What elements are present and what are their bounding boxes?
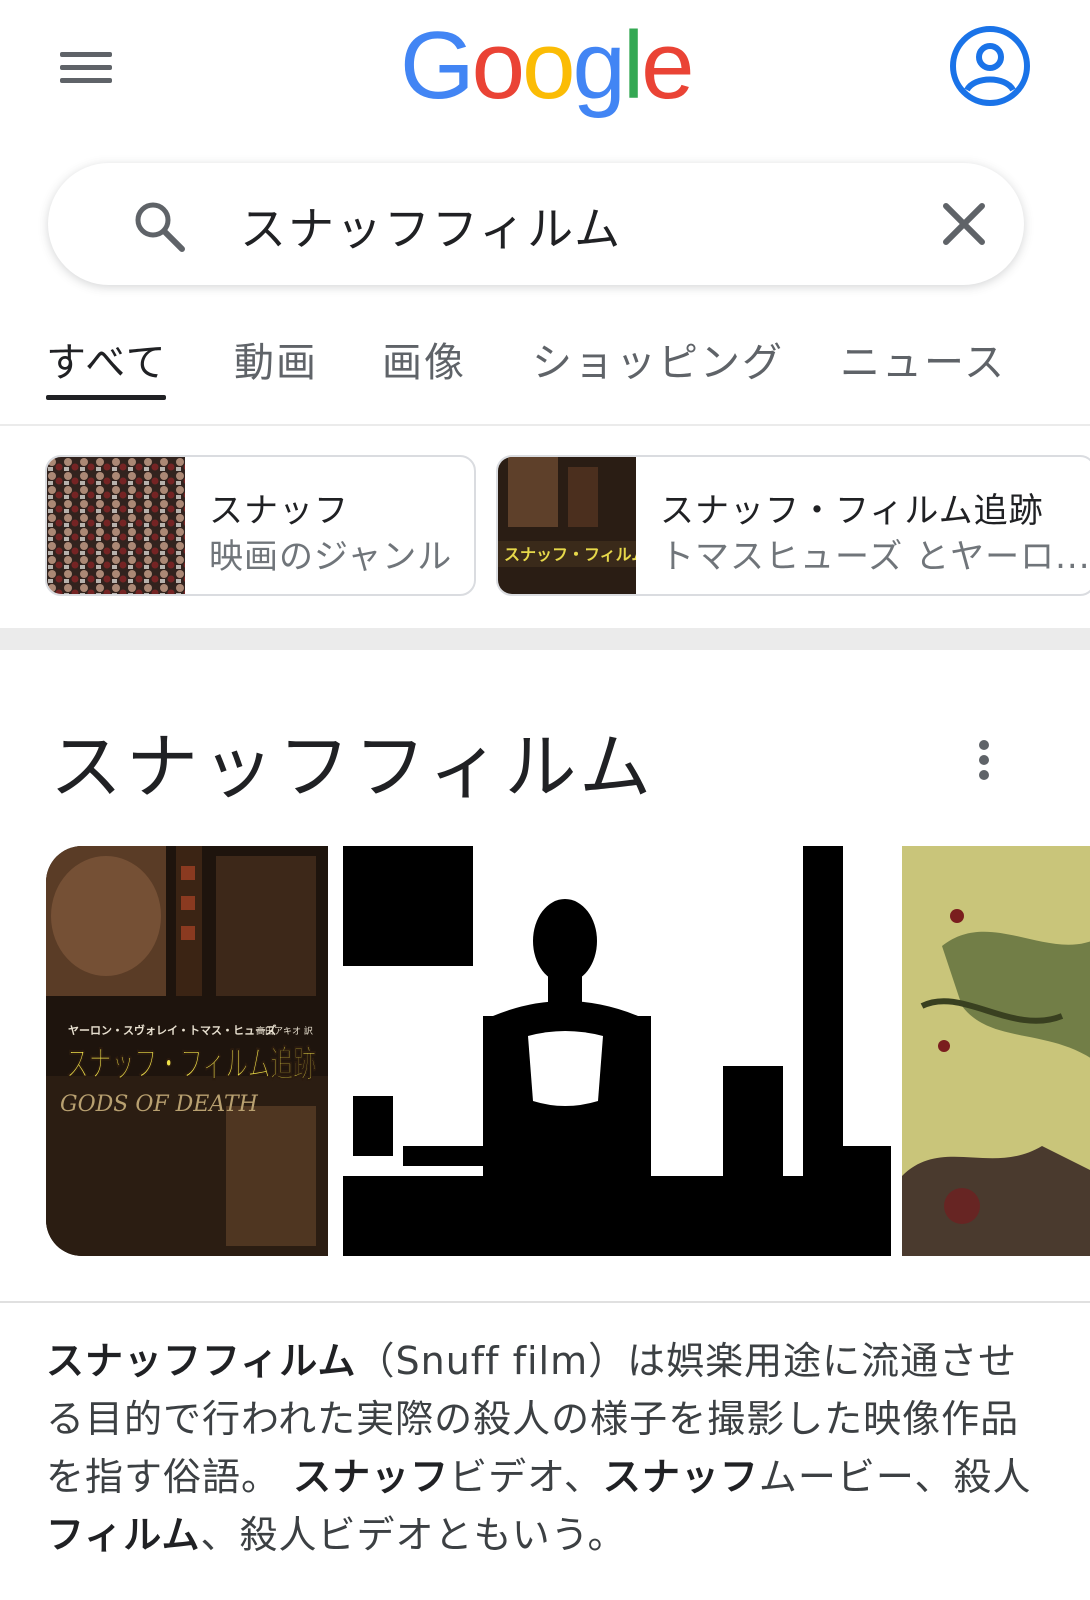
desc-bold: スナッフ — [293, 1455, 450, 1499]
header: Google — [0, 0, 1090, 140]
tab-videos[interactable]: 動画 — [234, 330, 318, 388]
tab-shopping[interactable]: ショッピング — [532, 330, 784, 388]
cover-english-text: GODS OF DEATH — [60, 1092, 259, 1117]
tab-all[interactable]: すべて — [46, 330, 168, 388]
hamburger-menu-icon[interactable] — [58, 48, 114, 88]
chip-subtitle: 映画のジャンル — [209, 537, 453, 577]
desc-text: ムービー、殺人 — [758, 1455, 1032, 1499]
cover-title-text: スナッフ・フィルム追跡 — [66, 1044, 316, 1085]
more-vert-icon[interactable] — [972, 738, 996, 782]
tab-images[interactable]: 画像 — [382, 330, 466, 388]
search-box[interactable]: スナッフフィルム — [48, 163, 1024, 285]
chip-title: スナッフ・フィルム追跡 — [660, 491, 1044, 531]
divider — [0, 1301, 1090, 1303]
tab-news[interactable]: ニュース — [840, 330, 1006, 388]
google-logo[interactable]: Google — [400, 18, 695, 114]
knowledge-image-photo[interactable] — [343, 846, 891, 1256]
knowledge-image-book-cover[interactable]: ヤーロン・スヴォレイ・トマス・ヒューズ 高田アキオ 訳 スナッフ・フィルム追跡 … — [46, 846, 328, 1256]
logo-letter: o — [471, 12, 525, 119]
section-divider — [0, 628, 1090, 650]
logo-letter: o — [522, 12, 575, 119]
cover-translator-text: 高田アキオ 訳 — [256, 1025, 313, 1037]
desc-bold: スナッフ — [602, 1455, 759, 1499]
search-input[interactable]: スナッフフィルム — [240, 193, 622, 259]
entity-thumbnail — [47, 457, 185, 594]
chip-subtitle: トマスヒューズ とヤーロ... — [660, 537, 1090, 577]
close-icon[interactable] — [937, 197, 991, 251]
chip-title: スナッフ — [209, 491, 349, 531]
desc-bold: スナッフフィルム — [46, 1339, 357, 1383]
desc-bold: フィルム — [46, 1513, 201, 1557]
logo-letter: g — [572, 12, 625, 119]
desc-text: 、殺人ビデオともいう。 — [200, 1513, 627, 1557]
logo-letter: l — [622, 12, 644, 119]
knowledge-panel-title: スナッフフィルム — [50, 725, 656, 809]
cover-author-text: ヤーロン・スヴォレイ・トマス・ヒューズ — [68, 1023, 276, 1037]
logo-letter: G — [400, 12, 475, 119]
divider — [0, 424, 1090, 426]
active-tab-indicator — [46, 395, 166, 400]
logo-letter: e — [641, 12, 694, 119]
knowledge-panel-description: スナッフフィルム（Snuff film）は娯楽用途に流通させる目的で行われた実際… — [46, 1332, 1046, 1564]
search-icon[interactable] — [132, 199, 186, 253]
entity-thumbnail: スナッフ・フィルム追跡 — [498, 457, 636, 594]
thumbnail-cover-text: スナッフ・フィルム追跡 — [504, 545, 636, 564]
entity-chip-snuff[interactable]: スナッフ 映画のジャンル — [45, 455, 476, 596]
knowledge-image-illustration[interactable] — [902, 846, 1090, 1256]
account-circle-icon[interactable] — [948, 24, 1032, 108]
search-tabs: すべて 動画 画像 ショッピング ニュース — [0, 316, 1090, 424]
entity-chip-book[interactable]: スナッフ・フィルム追跡 スナッフ・フィルム追跡 トマスヒューズ とヤーロ... — [496, 455, 1090, 596]
desc-text: ビデオ、 — [449, 1455, 603, 1499]
